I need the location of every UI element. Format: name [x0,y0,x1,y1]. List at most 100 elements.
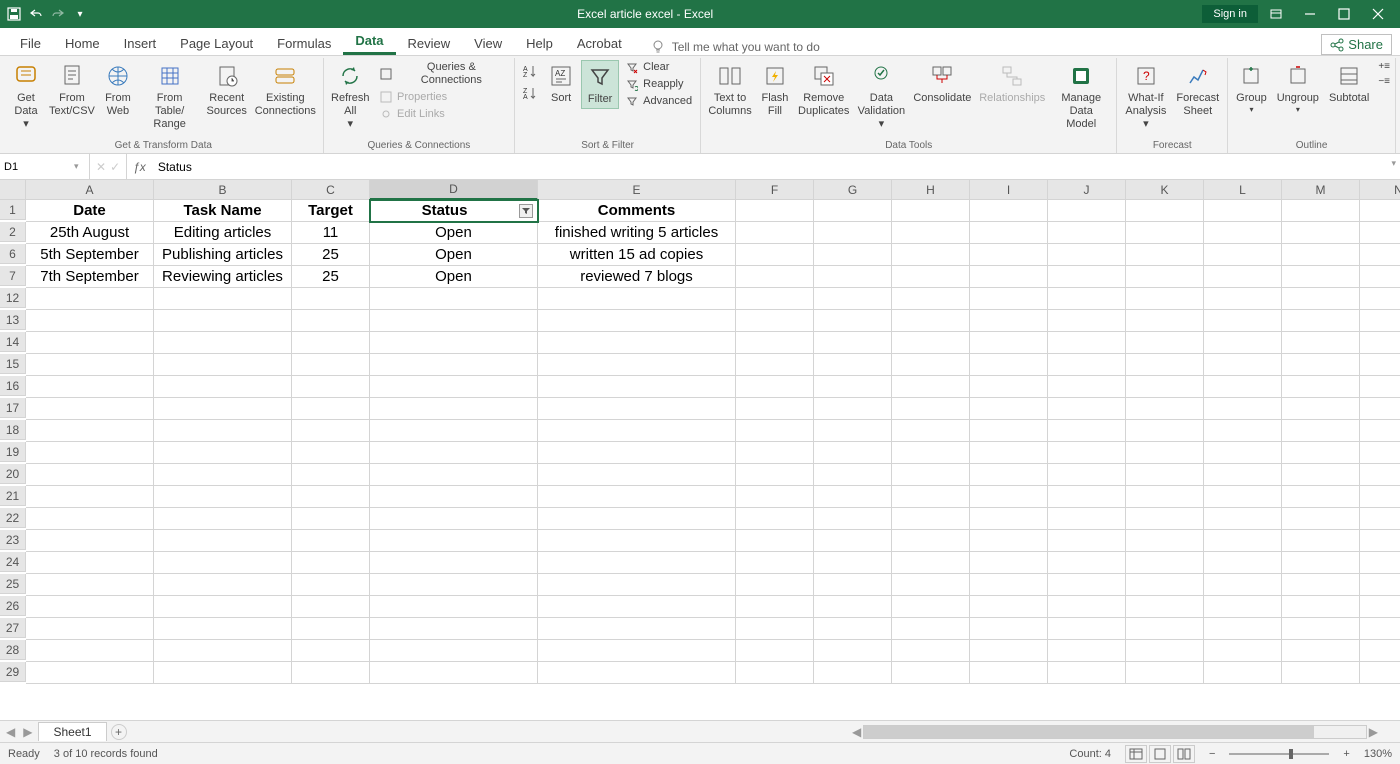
cell-N24[interactable] [1360,552,1400,574]
hscroll-left-icon[interactable]: ◀ [850,725,863,739]
cell-J24[interactable] [1048,552,1126,574]
cell-C15[interactable] [292,354,370,376]
cell-H7[interactable] [892,266,970,288]
text-to-columns-button[interactable]: Text to Columns [705,60,755,120]
cell-D23[interactable] [370,530,538,552]
cell-D17[interactable] [370,398,538,420]
cell-F19[interactable] [736,442,814,464]
share-button[interactable]: Share [1321,34,1392,55]
cell-C12[interactable] [292,288,370,310]
cell-D7[interactable]: Open [370,266,538,288]
cell-F29[interactable] [736,662,814,684]
cell-E14[interactable] [538,332,736,354]
cell-I20[interactable] [970,464,1048,486]
cell-D22[interactable] [370,508,538,530]
cell-L21[interactable] [1204,486,1282,508]
cell-I1[interactable] [970,200,1048,222]
cell-G17[interactable] [814,398,892,420]
qat-dropdown-icon[interactable]: ▾ [72,6,88,22]
cell-A23[interactable] [26,530,154,552]
cell-G22[interactable] [814,508,892,530]
cell-B1[interactable]: Task Name [154,200,292,222]
cell-F12[interactable] [736,288,814,310]
tab-insert[interactable]: Insert [112,31,169,55]
recent-sources-button[interactable]: Recent Sources [203,60,250,120]
edit-links-button[interactable]: Edit Links [375,106,510,122]
cell-I19[interactable] [970,442,1048,464]
name-box-input[interactable] [4,161,74,173]
remove-duplicates-button[interactable]: Remove Duplicates [795,60,853,120]
cell-I15[interactable] [970,354,1048,376]
cell-B27[interactable] [154,618,292,640]
cell-D29[interactable] [370,662,538,684]
cell-G2[interactable] [814,222,892,244]
cell-F7[interactable] [736,266,814,288]
cell-K27[interactable] [1126,618,1204,640]
cell-L12[interactable] [1204,288,1282,310]
cell-I14[interactable] [970,332,1048,354]
cell-N18[interactable] [1360,420,1400,442]
cell-K13[interactable] [1126,310,1204,332]
cell-B17[interactable] [154,398,292,420]
cell-E26[interactable] [538,596,736,618]
cell-L19[interactable] [1204,442,1282,464]
row-header-14[interactable]: 14 [0,332,26,352]
row-header-23[interactable]: 23 [0,530,26,550]
cell-A17[interactable] [26,398,154,420]
cell-F16[interactable] [736,376,814,398]
cell-E17[interactable] [538,398,736,420]
cell-K15[interactable] [1126,354,1204,376]
cell-E16[interactable] [538,376,736,398]
cell-F21[interactable] [736,486,814,508]
column-header-F[interactable]: F [736,180,814,200]
queries-connections-button[interactable]: Queries & Connections [375,60,510,88]
cell-I28[interactable] [970,640,1048,662]
tab-formulas[interactable]: Formulas [265,31,343,55]
cell-I12[interactable] [970,288,1048,310]
cell-J28[interactable] [1048,640,1126,662]
cell-C20[interactable] [292,464,370,486]
cell-D12[interactable] [370,288,538,310]
show-detail-button[interactable]: +≡ [1377,60,1391,74]
zoom-out-button[interactable]: − [1209,748,1215,760]
cell-A13[interactable] [26,310,154,332]
enter-formula-icon[interactable]: ✓ [110,160,120,174]
forecast-sheet-button[interactable]: Forecast Sheet [1172,60,1223,120]
cell-F17[interactable] [736,398,814,420]
cell-M2[interactable] [1282,222,1360,244]
save-icon[interactable] [6,6,22,22]
cell-L29[interactable] [1204,662,1282,684]
cell-H27[interactable] [892,618,970,640]
cell-H15[interactable] [892,354,970,376]
cell-D2[interactable]: Open [370,222,538,244]
cell-C19[interactable] [292,442,370,464]
column-header-N[interactable]: N [1360,180,1400,200]
cell-F25[interactable] [736,574,814,596]
cell-J19[interactable] [1048,442,1126,464]
cell-H2[interactable] [892,222,970,244]
cell-J29[interactable] [1048,662,1126,684]
sign-in-button[interactable]: Sign in [1202,5,1258,23]
cell-D27[interactable] [370,618,538,640]
cell-B21[interactable] [154,486,292,508]
cell-N19[interactable] [1360,442,1400,464]
column-header-C[interactable]: C [292,180,370,200]
undo-icon[interactable] [28,6,44,22]
column-header-B[interactable]: B [154,180,292,200]
cell-N28[interactable] [1360,640,1400,662]
cell-F20[interactable] [736,464,814,486]
ribbon-options-icon[interactable] [1260,4,1292,24]
formula-expand-icon[interactable]: ▾ [1387,154,1400,179]
cell-K12[interactable] [1126,288,1204,310]
cell-C28[interactable] [292,640,370,662]
cell-H26[interactable] [892,596,970,618]
ungroup-rows-button[interactable]: Ungroup▾ [1273,60,1323,117]
row-header-22[interactable]: 22 [0,508,26,528]
cell-F6[interactable] [736,244,814,266]
cell-H29[interactable] [892,662,970,684]
cell-E1[interactable]: Comments [538,200,736,222]
cell-F14[interactable] [736,332,814,354]
cell-A1[interactable]: Date [26,200,154,222]
tab-file[interactable]: File [8,31,53,55]
cell-L15[interactable] [1204,354,1282,376]
